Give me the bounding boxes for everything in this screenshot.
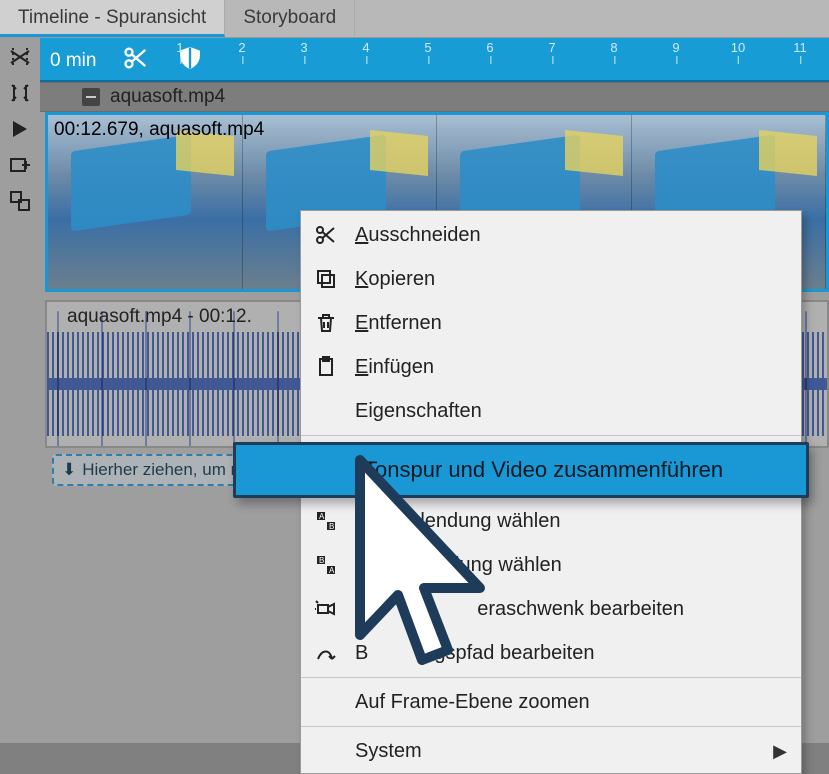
svg-text:B: B [329,522,334,531]
trash-icon [311,308,341,338]
camera-pan-icon [311,594,341,624]
menu-item-system[interactable]: System ▶ [301,729,801,773]
tab-storyboard[interactable]: Storyboard [225,0,355,37]
drop-hint-text: Hierher ziehen, um n [82,460,240,480]
tool-vertical-icon[interactable] [5,78,35,108]
tool-group-icon[interactable] [5,186,35,216]
blank-icon [311,396,341,426]
track-clip-name: aquasoft.mp4 [110,86,225,108]
left-tool-strip [0,38,40,743]
fadeout-icon: BA [311,550,341,580]
video-clip-caption: 00:12.679, aquasoft.mp4 [54,119,264,141]
svg-text:A: A [319,512,325,521]
ruler-tick: 10 [731,40,745,55]
ruler-tick: 6 [486,40,493,55]
menu-item-fadein[interactable]: AB Blendung wählen [301,499,801,543]
ruler-bar[interactable]: 0 min 123456789101112 [40,38,829,82]
blank-icon [311,736,341,766]
menu-item-camerapan[interactable]: Zeraschwenk bearbeiten [301,587,801,631]
menu-zoom-label: Auf Frame-Ebene zoomen [355,691,590,714]
svg-text:B: B [319,556,324,565]
fadein-icon: AB [311,506,341,536]
tab-timeline[interactable]: Timeline - Spuransicht [0,0,225,37]
track-header[interactable]: aquasoft.mp4 [40,82,829,112]
menu-item-merge-highlight[interactable]: Tonspur und Video zusammenführen [233,442,809,498]
menu-copy-label: Kopieren [355,268,435,291]
ruler-tick: 4 [362,40,369,55]
paste-icon [311,352,341,382]
copy-icon [311,264,341,294]
menu-pan-label: Zeraschwenk bearbeiten [355,598,684,621]
ruler-tick: 9 [672,40,679,55]
menu-fadeout-label: Adung wählen [355,554,562,577]
menu-item-zoom[interactable]: Auf Frame-Ebene zoomen [301,680,801,724]
menu-path-label: Bgspfad bearbeiten [355,642,594,665]
menu-item-properties[interactable]: Eigenschaften [301,389,801,433]
menu-item-remove[interactable]: Entfernen [301,301,801,345]
ruler-tick: 5 [424,40,431,55]
cut-icon [311,220,341,250]
menu-remove-label: Entfernen [355,312,442,335]
menu-fadein-label: Blendung wählen [355,510,560,533]
motion-path-icon [311,638,341,668]
collapse-icon[interactable] [82,88,100,106]
tool-tracks-icon[interactable] [5,42,35,72]
menu-cut-label: Ausschneiden [355,224,481,247]
tool-add-track-icon[interactable] [5,150,35,180]
menu-item-motionpath[interactable]: Bgspfad bearbeiten [301,631,801,675]
menu-item-paste[interactable]: Einfügen [301,345,801,389]
blank-icon [311,687,341,717]
ruler-tick: 8 [610,40,617,55]
audio-clip-caption: aquasoft.mp4 - 00:12. [67,306,252,328]
menu-item-copy[interactable]: Kopieren [301,257,801,301]
menu-paste-label: Einfügen [355,356,434,379]
down-arrow-icon: ⬇ [62,460,76,480]
menu-item-cut[interactable]: Ausschneiden [301,213,801,257]
ruler-tick: 7 [548,40,555,55]
ruler-tick: 11 [793,40,807,55]
menu-props-label: Eigenschaften [355,400,482,423]
ruler-tick: 3 [300,40,307,55]
submenu-arrow-icon: ▶ [773,741,787,762]
menu-item-fadeout[interactable]: BA Adung wählen [301,543,801,587]
tab-bar: Timeline - Spuransicht Storyboard [0,0,829,38]
ruler-tick: 1 [176,40,183,55]
svg-text:A: A [329,566,335,575]
menu-merge-rest: onspur und Video zusammenführen [375,457,723,482]
ruler-tick: 2 [238,40,245,55]
ruler-ticks: 123456789101112 [40,38,829,80]
tool-play-icon[interactable] [5,114,35,144]
